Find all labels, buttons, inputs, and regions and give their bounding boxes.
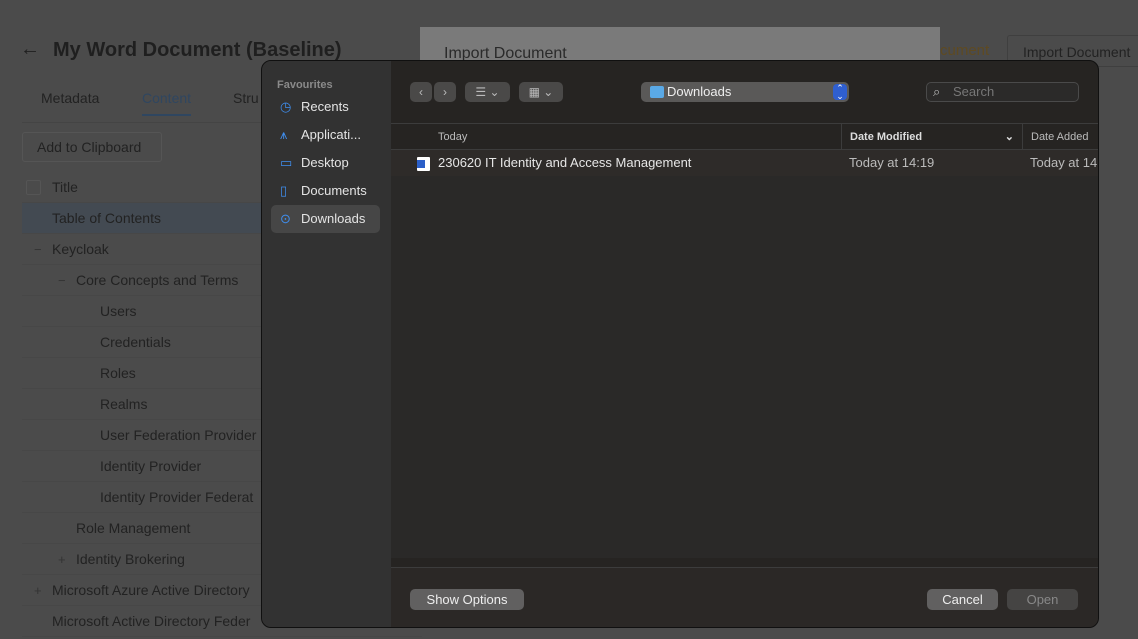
- dialog-sidebar: Favourites ◷ Recents ⩚ Applicati... ▭ Desktop…: [262, 61, 391, 627]
- expand-icon[interactable]: +: [34, 575, 42, 606]
- clock-icon: ◷: [280, 99, 292, 114]
- sidebar-item-label: Applicati...: [301, 127, 361, 142]
- file-list: 230620 IT Identity and Access Management…: [391, 150, 1098, 558]
- sidebar-item-applicati[interactable]: ⩚ Applicati...: [271, 121, 380, 149]
- sidebar-item-documents[interactable]: ▯ Documents: [271, 177, 380, 205]
- sort-chevron-icon: ⌄: [1004, 131, 1014, 143]
- word-file-icon: [417, 157, 430, 171]
- tree-label: Table of Contents: [52, 210, 161, 226]
- collapse-icon[interactable]: −: [34, 234, 42, 265]
- tree-label: Keycloak: [52, 241, 109, 257]
- add-to-clipboard-button[interactable]: Add to Clipboard: [22, 132, 162, 162]
- collapse-icon[interactable]: −: [58, 265, 66, 296]
- tree-label: Identity Brokering: [76, 551, 185, 567]
- download-icon: ⊙: [280, 211, 291, 226]
- header-link[interactable]: cument: [940, 42, 989, 59]
- favourites-heading: Favourites: [277, 79, 333, 91]
- tree-label: Credentials: [100, 334, 171, 350]
- sidebar-item-desktop[interactable]: ▭ Desktop: [271, 149, 380, 177]
- expand-icon[interactable]: +: [58, 544, 66, 575]
- tree-label: Realms: [100, 396, 148, 412]
- sidebar-item-label: Documents: [301, 183, 367, 198]
- tab-content[interactable]: Content: [142, 90, 192, 116]
- location-label: Downloads: [667, 84, 732, 99]
- back-button[interactable]: ‹: [410, 82, 432, 102]
- column-name[interactable]: Today: [438, 124, 467, 150]
- dialog-footer: Show Options Cancel Open: [391, 567, 1098, 627]
- sidebar-item-label: Desktop: [301, 155, 349, 170]
- folder-icon: [650, 86, 664, 98]
- file-open-dialog: Favourites ◷ Recents ⩚ Applicati... ▭ Desktop…: [261, 60, 1099, 628]
- column-date-added[interactable]: Date Added: [1022, 124, 1089, 150]
- list-view-button[interactable]: ☰ ⌄: [465, 82, 510, 102]
- file-row[interactable]: 230620 IT Identity and Access Management…: [391, 150, 1098, 176]
- sidebar-item-label: Downloads: [301, 211, 366, 226]
- search-icon: ⌕: [933, 84, 941, 99]
- tree-label: Users: [100, 303, 137, 319]
- file-date-modified: Today at 14:19: [849, 155, 935, 170]
- tree-label: Roles: [100, 365, 136, 381]
- tree-label: Role Management: [76, 520, 191, 536]
- search-input[interactable]: ⌕ Search: [926, 82, 1079, 102]
- tree-label: Core Concepts and Terms: [76, 272, 239, 288]
- back-arrow-icon[interactable]: ←: [20, 38, 40, 61]
- tab-metadata[interactable]: Metadata: [41, 90, 99, 106]
- location-select[interactable]: Downloads ⌃ ⌄: [641, 82, 849, 102]
- group-view-button[interactable]: ▦ ⌄: [519, 82, 563, 102]
- column-title: Title: [52, 179, 78, 195]
- page-title: My Word Document (Baseline): [53, 39, 342, 61]
- file-name: 230620 IT Identity and Access Management: [438, 155, 692, 170]
- tree-label: Microsoft Azure Active Directory: [52, 582, 250, 598]
- tree-label: Identity Provider: [100, 458, 202, 474]
- sidebar-item-label: Recents: [301, 99, 349, 114]
- forward-button[interactable]: ›: [434, 82, 456, 102]
- tab-structure[interactable]: Stru: [233, 90, 259, 106]
- document-icon: ▯: [280, 183, 288, 198]
- cancel-button[interactable]: Cancel: [927, 589, 998, 610]
- sidebar-item-downloads[interactable]: ⊙ Downloads: [271, 205, 380, 233]
- open-button[interactable]: Open: [1007, 589, 1078, 610]
- tree-label: Identity Provider Federat: [100, 489, 254, 505]
- applications-icon: ⩚: [280, 127, 288, 142]
- show-options-button[interactable]: Show Options: [410, 589, 524, 610]
- column-header: Today Date Modified ⌄ Date Added: [391, 123, 1098, 150]
- tree-label: Microsoft Active Directory Feder: [52, 613, 251, 629]
- select-all-checkbox[interactable]: [26, 180, 41, 195]
- search-placeholder: Search: [953, 84, 995, 99]
- tree-label: User Federation Provider: [100, 427, 257, 443]
- sidebar-item-recents[interactable]: ◷ Recents: [271, 93, 380, 121]
- desktop-icon: ▭: [280, 155, 293, 170]
- column-date-modified[interactable]: Date Modified ⌄: [841, 124, 1022, 150]
- chevron-updown-icon: ⌃ ⌄: [833, 84, 847, 101]
- file-date-added: Today at 14: [1030, 155, 1098, 170]
